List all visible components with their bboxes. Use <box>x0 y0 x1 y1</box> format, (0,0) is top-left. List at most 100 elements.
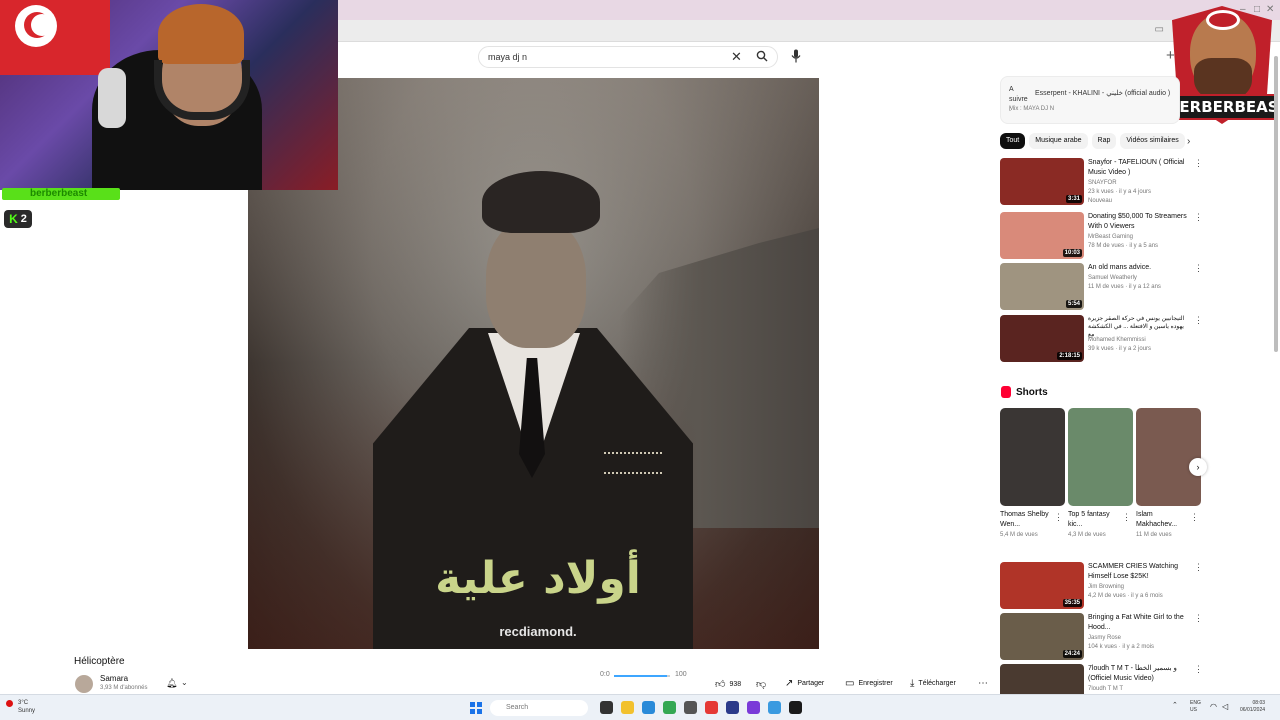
recommendation-item[interactable]: 10:03 Donating $50,000 To Streamers With… <box>1000 212 1210 260</box>
more-options-icon[interactable]: ⋮ <box>1194 212 1203 223</box>
short-item[interactable]: Thomas Shelby Wen... 5,4 M de vues ⋮ <box>1000 408 1065 538</box>
channel-name[interactable]: Samara <box>100 674 128 683</box>
microphone-icon[interactable] <box>791 49 801 63</box>
obs-icon[interactable] <box>789 701 802 714</box>
save-button[interactable]: ▭ Enregistrer <box>845 678 893 689</box>
recommendation-channel[interactable]: 7loudh T M T <box>1088 686 1123 692</box>
more-options-icon[interactable]: ⋮ <box>1190 512 1199 523</box>
chevron-right-icon[interactable]: › <box>1187 136 1190 147</box>
video-thumbnail[interactable]: 24:24 <box>1000 613 1084 660</box>
recommendation-title[interactable]: 7loudh T M T - و بسمير الخطأ (Officiel M… <box>1088 664 1188 684</box>
mail-icon[interactable] <box>726 701 739 714</box>
progress-bar[interactable] <box>614 675 670 677</box>
short-item[interactable]: Top 5 fantasy kic... 4,3 M de vues ⋮ <box>1068 408 1133 538</box>
more-options-icon[interactable]: ⋮ <box>1194 664 1203 675</box>
chrome-icon[interactable] <box>663 701 676 714</box>
video-thumbnail[interactable]: 3:31 <box>1000 158 1084 205</box>
avatar[interactable] <box>75 675 93 693</box>
search-icon[interactable] <box>756 50 768 62</box>
recommendation-title[interactable]: Donating $50,000 To Streamers With 0 Vie… <box>1088 212 1188 232</box>
like-button[interactable]: 👍︎ 938 <box>715 678 741 690</box>
task-view-icon[interactable] <box>600 701 613 714</box>
recommendation-item[interactable]: 3:31 Snayfor - TAFELIOUN ( Official Musi… <box>1000 158 1210 206</box>
recommendation-item[interactable]: 5:54 An old mans advice. Samuel Weatherl… <box>1000 263 1210 311</box>
up-next-card[interactable]: A suivre : Esserpent - KHALINI - خليني (… <box>1000 76 1180 124</box>
scrollbar-thumb[interactable] <box>1274 56 1278 352</box>
recommendation-channel[interactable]: Jasmy Rose <box>1088 635 1121 641</box>
short-thumbnail[interactable] <box>1000 408 1065 506</box>
more-options-icon[interactable]: ⋮ <box>1122 512 1131 523</box>
chip-similar[interactable]: Vidéos similaires <box>1120 133 1185 149</box>
more-options-icon[interactable]: ⋮ <box>1194 562 1203 573</box>
video-thumbnail[interactable]: 10:03 <box>1000 212 1084 259</box>
clock[interactable]: 08:03 06/01/2024 <box>1240 700 1265 714</box>
short-thumbnail[interactable] <box>1068 408 1133 506</box>
windows-start-icon[interactable] <box>470 702 482 714</box>
download-button[interactable]: ⤓ Télécharger <box>910 678 956 689</box>
video-thumbnail[interactable]: 2:18:15 <box>1000 315 1084 362</box>
chip-rap[interactable]: Rap <box>1091 133 1117 149</box>
weather-desc: Sunny <box>18 708 36 714</box>
more-options-icon[interactable]: ⋮ <box>1194 613 1203 624</box>
short-thumbnail[interactable] <box>1136 408 1201 506</box>
volume-icon[interactable]: ◁ <box>1222 702 1228 711</box>
medals <box>604 452 662 474</box>
edge-icon[interactable] <box>642 701 655 714</box>
bell-icon[interactable]: 🔔︎ <box>166 678 177 689</box>
recommendation-channel[interactable]: Jim Browning <box>1088 584 1124 590</box>
chip-arabic-music[interactable]: Musique arabe <box>1029 133 1088 149</box>
tunisia-flag <box>0 0 110 75</box>
wifi-icon[interactable]: ◠ <box>1210 702 1217 711</box>
windows-taskbar: 3°C Sunny Search ⌃ ENG US ◠ ◁ 08:03 06/0… <box>0 694 1280 720</box>
video-thumbnail[interactable]: 35:35 <box>1000 562 1084 609</box>
recommendation-title[interactable]: SCAMMER CRIES Watching Himself Lose $25K… <box>1088 562 1188 582</box>
taskbar-apps <box>600 701 802 714</box>
recommendation-item[interactable]: 35:35 SCAMMER CRIES Watching Himself Los… <box>1000 562 1210 610</box>
download-label: Télécharger <box>918 680 956 687</box>
taskbar-search[interactable]: Search <box>490 700 588 716</box>
more-options-icon[interactable]: ⋮ <box>1194 263 1203 274</box>
short-title[interactable]: Thomas Shelby Wen... <box>1000 510 1052 530</box>
file-explorer-icon[interactable] <box>621 701 634 714</box>
recommendation-meta: 11 M de vues · il y a 12 ans <box>1088 284 1161 290</box>
chrome-profile-icon[interactable] <box>705 701 718 714</box>
shorts-next-icon[interactable]: › <box>1189 458 1207 476</box>
language-indicator[interactable]: ENG US <box>1190 700 1201 714</box>
studio-microphone <box>98 68 126 128</box>
progress-start-label: 0:0 <box>600 671 610 678</box>
kick-viewer-badge: K 2 <box>4 210 32 228</box>
chevron-up-icon[interactable]: ⌃ <box>1172 701 1178 709</box>
chip-all[interactable]: Tout <box>1000 133 1026 149</box>
more-options-icon[interactable]: ⋮ <box>1194 158 1203 169</box>
video-thumbnail[interactable] <box>1000 664 1084 694</box>
more-options-icon[interactable]: ⋮ <box>1054 512 1063 523</box>
thumbs-down-icon: 👎︎ <box>756 679 767 690</box>
recommendation-item[interactable]: 2:18:15 التيجانيين يونس في حركة الصقر جز… <box>1000 315 1210 363</box>
duration-badge: 2:18:15 <box>1057 352 1082 360</box>
recommendation-channel[interactable]: SNAYFOR <box>1088 180 1117 186</box>
chevron-down-icon[interactable]: ⌄ <box>181 678 188 687</box>
recommendation-channel[interactable]: Mohamed Khemmissi <box>1088 337 1146 343</box>
video-thumbnail[interactable]: 5:54 <box>1000 263 1084 310</box>
recommendation-item[interactable]: 24:24 Bringing a Fat White Girl to the H… <box>1000 613 1210 661</box>
system-tray: ⌃ <box>1172 701 1178 709</box>
weather-widget[interactable]: 3°C Sunny <box>18 699 35 715</box>
more-options-icon[interactable]: ⋮ <box>1194 315 1203 326</box>
twitch-icon[interactable] <box>747 701 760 714</box>
recommendation-channel[interactable]: Samuel Weatherly <box>1088 275 1137 281</box>
share-button[interactable]: ↗ Partager <box>785 678 824 689</box>
recommendation-title[interactable]: Bringing a Fat White Girl to the Hood... <box>1088 613 1188 633</box>
app-icon[interactable] <box>684 701 697 714</box>
recommendation-title[interactable]: Snayfor - TAFELIOUN ( Official Music Vid… <box>1088 158 1188 178</box>
recommendation-title[interactable]: التيجانيين يونس في حركة الصقر جزيرة يهود… <box>1088 315 1188 339</box>
short-title[interactable]: Top 5 fantasy kic... <box>1068 510 1120 530</box>
recommendation-channel[interactable]: MrBeast Gaming <box>1088 234 1133 240</box>
short-title[interactable]: Islam Makhachev... <box>1136 510 1188 530</box>
recommendation-title[interactable]: An old mans advice. <box>1088 263 1188 273</box>
extension-icon[interactable]: ▭ <box>1155 24 1164 35</box>
dislike-button[interactable]: 👎︎ <box>756 678 766 690</box>
more-actions-button[interactable]: ⋯ <box>978 678 988 689</box>
clear-search-icon[interactable]: ✕ <box>731 49 742 65</box>
browser-icon[interactable] <box>768 701 781 714</box>
recommendation-item[interactable]: 7loudh T M T - و بسمير الخطأ (Officiel M… <box>1000 664 1210 694</box>
